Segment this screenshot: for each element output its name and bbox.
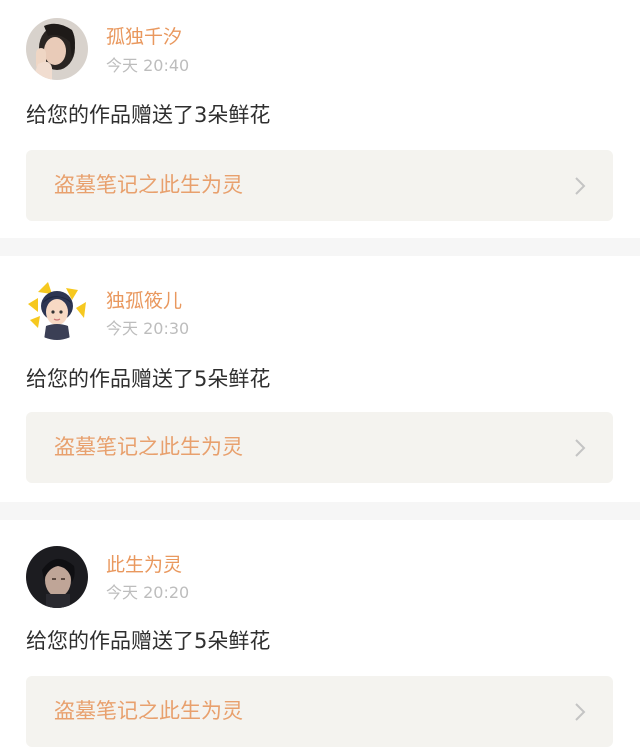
gift-message: 给您的作品赠送了3朵鲜花 [26, 103, 271, 127]
work-link-card[interactable]: 盗墓笔记之此生为灵 [26, 150, 613, 221]
notification-card: 独孤筱儿 今天 20:30 给您的作品赠送了5朵鲜花 盗墓笔记之此生为灵 [0, 256, 640, 502]
timestamp: 今天 20:20 [106, 583, 190, 602]
chevron-right-icon [573, 176, 587, 196]
chevron-right-icon [573, 702, 587, 722]
notification-feed: 孤独千汐 今天 20:40 给您的作品赠送了3朵鲜花 盗墓笔记之此生为灵 独孤筱… [0, 0, 640, 751]
notification-card: 此生为灵 今天 20:20 给您的作品赠送了5朵鲜花 盗墓笔记之此生为灵 [0, 520, 640, 751]
username[interactable]: 独孤筱儿 [106, 288, 182, 314]
timestamp: 今天 20:30 [106, 319, 190, 338]
username[interactable]: 孤独千汐 [106, 24, 182, 50]
work-title: 盗墓笔记之此生为灵 [54, 435, 243, 459]
work-link-card[interactable]: 盗墓笔记之此生为灵 [26, 676, 613, 747]
user-photo-avatar-icon [26, 18, 88, 80]
avatar[interactable] [26, 18, 88, 80]
gift-message: 给您的作品赠送了5朵鲜花 [26, 367, 271, 391]
username[interactable]: 此生为灵 [106, 552, 182, 578]
work-title: 盗墓笔记之此生为灵 [54, 173, 243, 197]
timestamp: 今天 20:40 [106, 56, 190, 75]
avatar[interactable] [26, 546, 88, 608]
chevron-right-icon [573, 438, 587, 458]
notification-card: 孤独千汐 今天 20:40 给您的作品赠送了3朵鲜花 盗墓笔记之此生为灵 [0, 0, 640, 238]
cartoon-girl-avatar-icon [26, 278, 88, 340]
avatar[interactable] [26, 278, 88, 340]
user-photo-avatar-icon [26, 546, 88, 608]
work-link-card[interactable]: 盗墓笔记之此生为灵 [26, 412, 613, 483]
gift-message: 给您的作品赠送了5朵鲜花 [26, 629, 271, 653]
work-title: 盗墓笔记之此生为灵 [54, 699, 243, 723]
